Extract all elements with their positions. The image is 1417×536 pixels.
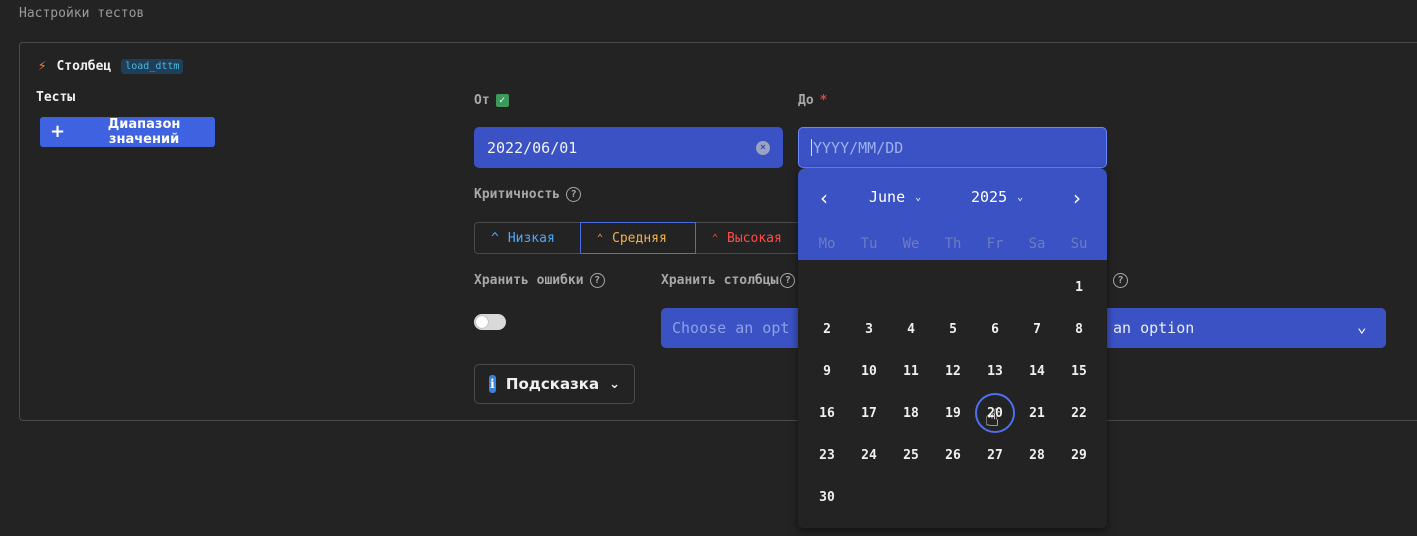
calendar-day[interactable]: 18 (891, 393, 931, 433)
tests-label: Тесты (36, 90, 76, 105)
criticality-low-label: Низкая (507, 230, 555, 246)
to-date-field[interactable] (813, 138, 1073, 157)
column-tag: load_dttm (121, 58, 184, 74)
year-select[interactable]: 2025 ⌄ (971, 188, 1023, 206)
calendar-day[interactable]: 27 (975, 435, 1015, 475)
chevron-left-icon[interactable]: ‹ (820, 186, 828, 210)
clear-icon[interactable]: × (756, 140, 770, 155)
calendar-day[interactable]: 16 (807, 393, 847, 433)
chevron-right-icon[interactable]: › (1073, 186, 1081, 210)
criticality-medium-label: Средняя (612, 230, 667, 246)
store-errors-toggle[interactable] (474, 314, 506, 330)
criticality-low[interactable]: ^ Низкая (475, 223, 580, 253)
select-placeholder: Choose an opt (672, 319, 790, 337)
month-label: June (869, 188, 906, 206)
month-select[interactable]: June ⌄ (869, 188, 921, 206)
to-label-row: До * (798, 93, 827, 108)
calendar-day[interactable]: 3 (849, 309, 889, 349)
calendar-day[interactable]: 19 (933, 393, 973, 433)
weekday-label: Su (1070, 236, 1088, 252)
calendar-day[interactable]: 11 (891, 351, 931, 391)
calendar-popup: ‹ June ⌄ 2025 ⌄ › Mo Tu We Th Fr Sa Su 1234567… (798, 168, 1107, 528)
column-label: Столбец (56, 58, 112, 74)
store-errors-label-row: Хранить ошибки ? (474, 273, 605, 288)
weekday-label: Th (944, 236, 962, 252)
calendar-day[interactable]: 30 (807, 477, 847, 517)
store-columns-label-row: Хранить столбцы ? (661, 273, 796, 288)
chevron-up-icon: ^ (491, 230, 499, 246)
text-caret (811, 139, 812, 156)
calendar-day[interactable]: 17 (849, 393, 889, 433)
hint-button[interactable]: i Подсказка ⌄ (474, 364, 635, 404)
pointer-cursor-icon: ☝ (985, 404, 1000, 432)
chevron-down-icon: ⌄ (609, 376, 620, 392)
calendar-day[interactable]: 5 (933, 309, 973, 349)
calendar-day[interactable]: 29 (1059, 435, 1099, 475)
calendar-day[interactable]: 6 (975, 309, 1015, 349)
weekday-label: Tu (860, 236, 878, 252)
chevron-down-icon: ⌄ (1017, 191, 1024, 203)
double-chevron-up-icon: ⌃ (597, 232, 604, 244)
weekday-label: Mo (818, 236, 836, 252)
add-range-button[interactable]: + Диапазон значений (40, 117, 215, 147)
calendar-day[interactable]: 7 (1017, 309, 1057, 349)
from-date-input[interactable]: 2022/06/01 × (474, 127, 783, 168)
weekday-label: We (902, 236, 920, 252)
help-icon[interactable]: ? (589, 273, 605, 288)
calendar-day[interactable]: 12 (933, 351, 973, 391)
calendar-day[interactable]: 28 (1017, 435, 1057, 475)
calendar-day[interactable]: 2 (807, 309, 847, 349)
select-placeholder-right: an option (1113, 319, 1195, 337)
calendar-day[interactable]: 1 (1059, 267, 1099, 307)
calendar-day[interactable]: 8 (1059, 309, 1099, 349)
section-title: Настройки тестов (19, 6, 145, 21)
calendar-day[interactable]: 9 (807, 351, 847, 391)
chevron-down-icon[interactable]: ⌄ (1357, 317, 1367, 336)
calendar-day[interactable]: 26 (933, 435, 973, 475)
calendar-day[interactable]: 23 (807, 435, 847, 475)
weekday-label: Sa (1028, 236, 1046, 252)
check-icon: ✓ (495, 94, 509, 107)
from-label: От (474, 93, 490, 108)
calendar-day[interactable]: 24 (849, 435, 889, 475)
calendar-day[interactable]: 15 (1059, 351, 1099, 391)
column-row: ⚡ Столбец load_dttm (38, 58, 184, 74)
criticality-medium[interactable]: ⌃ Средняя (580, 222, 696, 254)
criticality-high-label: Высокая (727, 230, 782, 246)
weekday-label: Fr (986, 236, 1004, 252)
store-columns-label: Хранить столбцы (661, 273, 779, 288)
help-icon[interactable]: ? (780, 273, 796, 288)
criticality-label: Критичность (474, 187, 561, 202)
from-label-row: От ✓ (474, 93, 509, 108)
calendar-day[interactable]: 4 (891, 309, 931, 349)
store-errors-label: Хранить ошибки (474, 273, 584, 288)
help-icon[interactable]: ? (1113, 273, 1128, 288)
add-range-label: Диапазон значений (107, 117, 181, 147)
help-icon[interactable]: ? (566, 187, 582, 202)
calendar-day[interactable]: 25 (891, 435, 931, 475)
calendar-day[interactable]: 14 (1017, 351, 1057, 391)
to-label: До (798, 93, 814, 108)
double-chevron-up-icon: ⌃ (712, 232, 719, 244)
chevron-down-icon: ⌄ (915, 191, 922, 203)
hint-label: Подсказка (505, 375, 600, 393)
required-mark: * (819, 93, 828, 108)
year-label: 2025 (971, 188, 1008, 206)
from-date-value: 2022/06/01 (487, 138, 578, 157)
criticality-high[interactable]: ⌃ Высокая (696, 223, 806, 253)
criticality-label-row: Критичность ? (474, 187, 582, 202)
calendar-day[interactable]: 22 (1059, 393, 1099, 433)
to-date-input[interactable] (798, 127, 1107, 168)
info-icon: i (489, 375, 496, 393)
plus-icon: + (50, 121, 66, 142)
calendar-day[interactable]: 13 (975, 351, 1015, 391)
bolt-icon: ⚡ (38, 58, 47, 74)
criticality-segmented: ^ Низкая ⌃ Средняя ⌃ Высокая (474, 222, 807, 254)
calendar-day[interactable]: 21 (1017, 393, 1057, 433)
calendar-day[interactable]: 10 (849, 351, 889, 391)
